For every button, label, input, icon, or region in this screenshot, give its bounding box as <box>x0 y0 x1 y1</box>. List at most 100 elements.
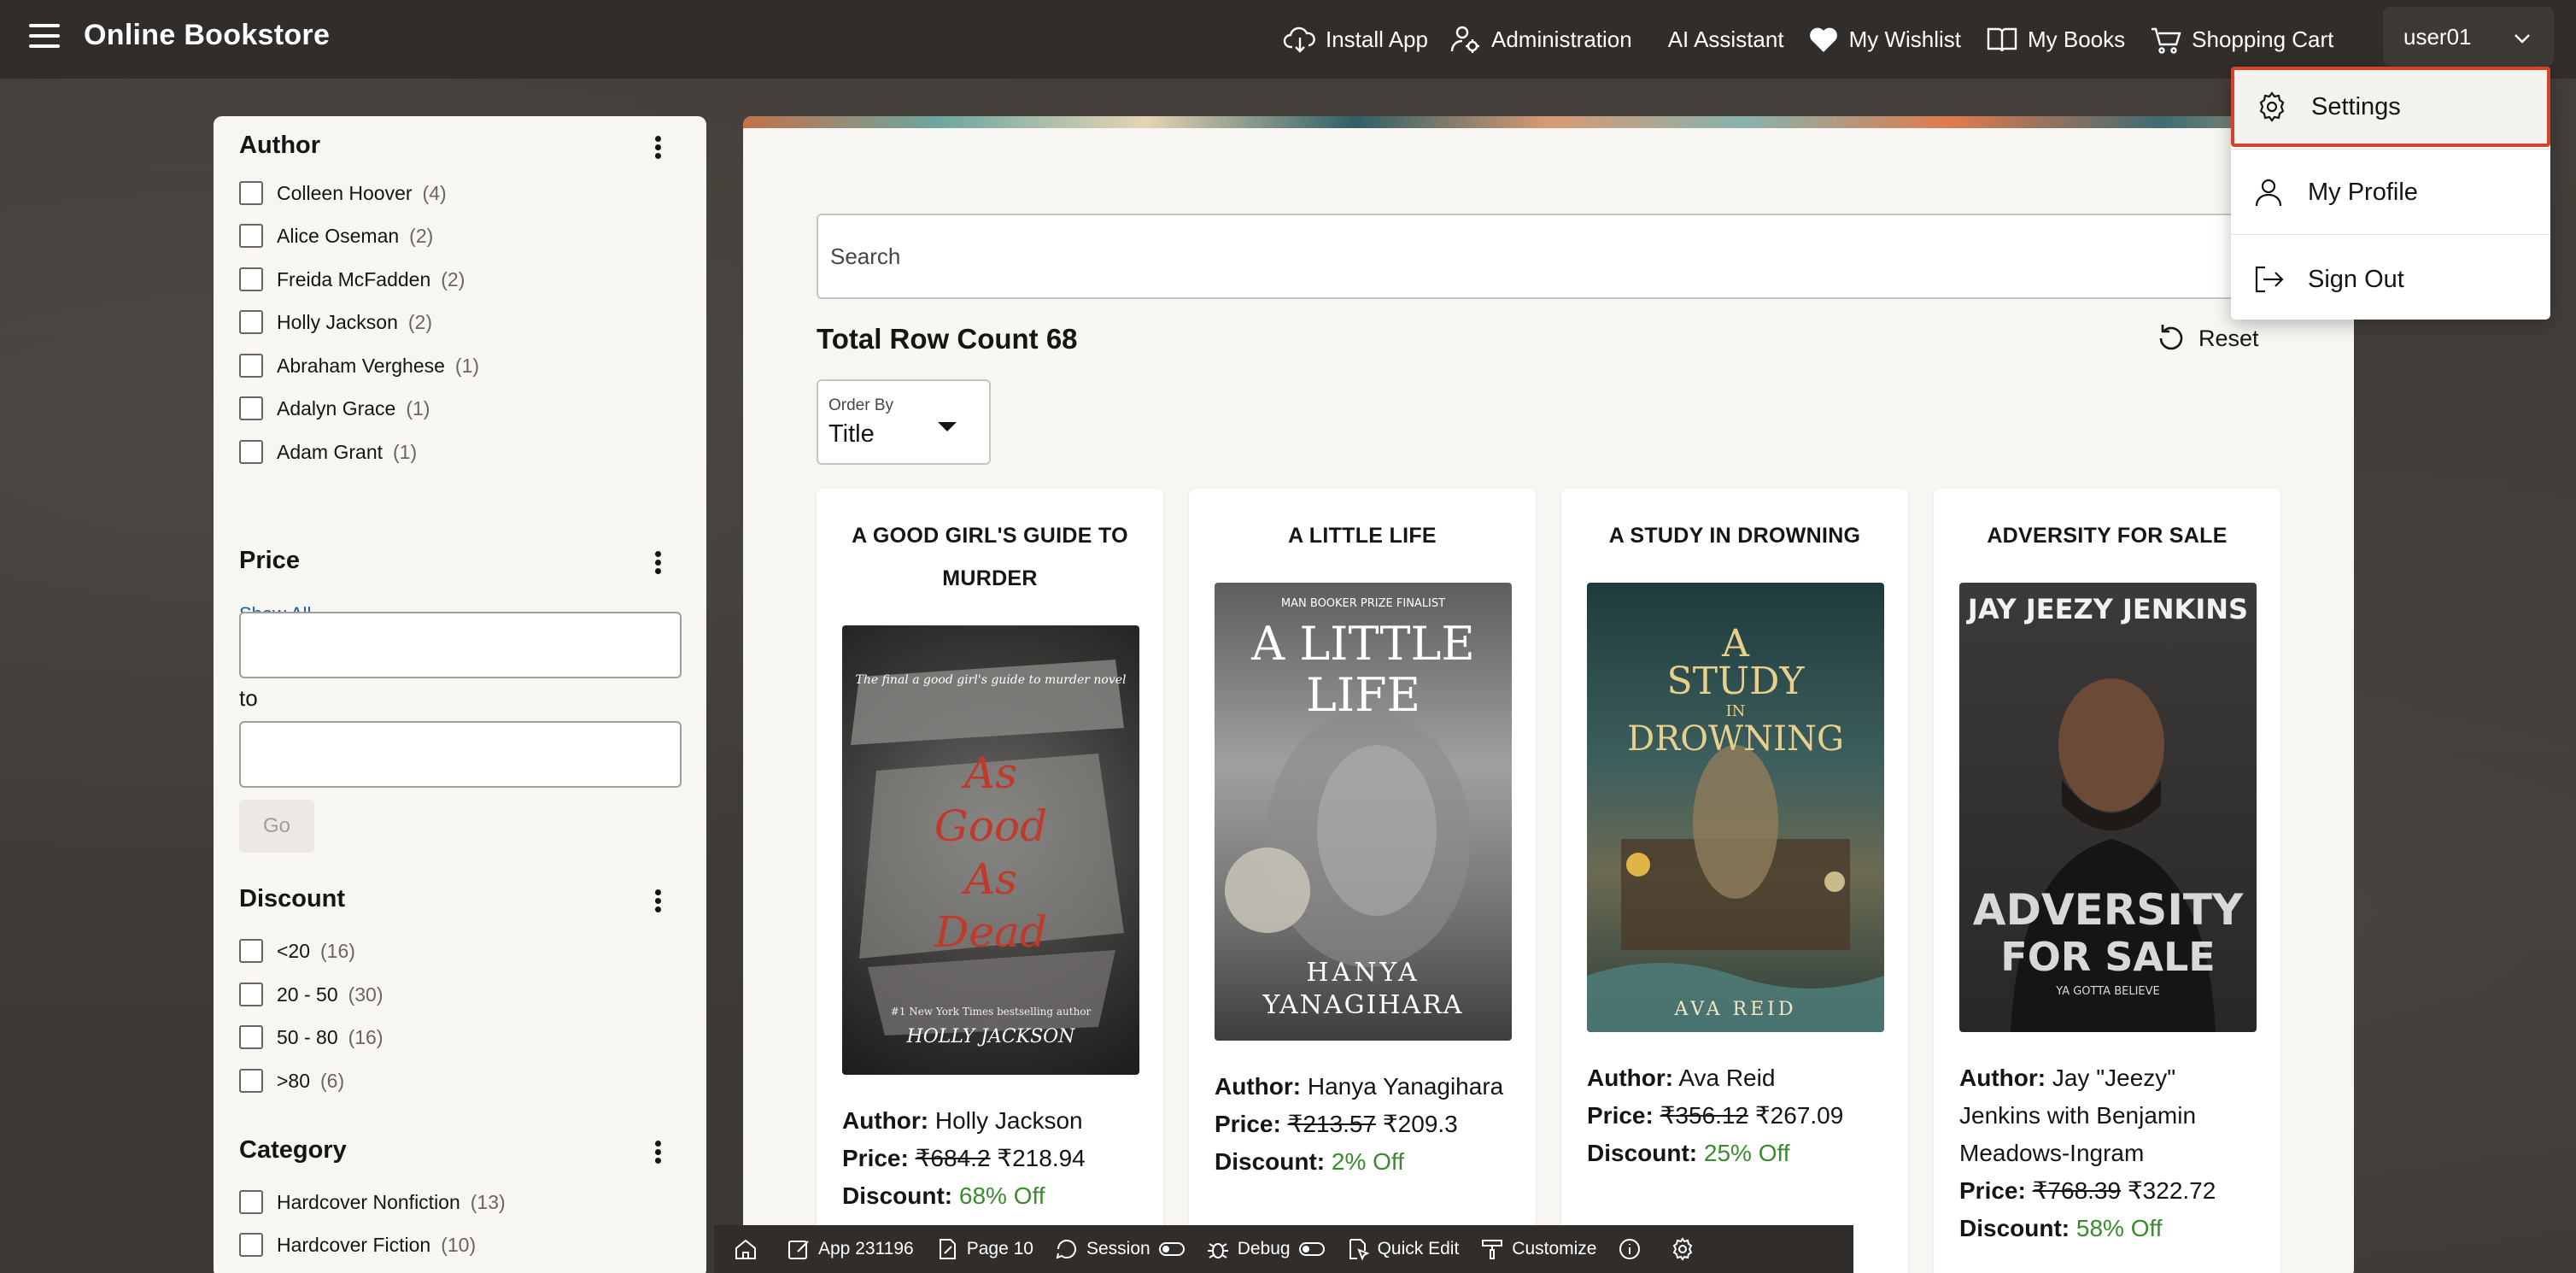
my-books-link[interactable]: My Books <box>1985 0 2125 79</box>
author-option[interactable]: Adam Grant (1) <box>239 440 417 464</box>
toolbar-settings-button[interactable] <box>1670 1236 1702 1262</box>
book-title[interactable]: A STUDY IN DROWNING <box>1578 514 1891 557</box>
debug-toggle[interactable] <box>1298 1242 1325 1256</box>
cover-top-text: MAN BOOKER PRIZE FINALIST <box>1281 597 1445 610</box>
discount-value: 2% Off <box>1331 1148 1404 1175</box>
book-cover-image[interactable]: MAN BOOKER PRIZE FINALIST A LITTLE LIFE … <box>1215 583 1512 1041</box>
checkbox[interactable] <box>239 1233 263 1257</box>
app-button[interactable]: App 231196 <box>786 1236 914 1262</box>
administration-link[interactable]: Administration <box>1449 0 1632 79</box>
menu-item-settings[interactable]: Settings <box>2231 67 2550 147</box>
category-facet-menu-icon[interactable] <box>651 1138 664 1169</box>
cover-top-text: The final a good girl's guide to murder … <box>856 673 1127 687</box>
book-price-row: Price: ₹356.12 ₹267.09 <box>1587 1097 1886 1135</box>
author-option[interactable]: Holly Jackson (2) <box>239 310 432 334</box>
discount-option[interactable]: 20 - 50 (30) <box>239 983 383 1006</box>
price-go-button[interactable]: Go <box>239 800 314 853</box>
author-option[interactable]: Abraham Verghese (1) <box>239 354 479 378</box>
book-author-row: Author: Holly Jackson <box>842 1102 1141 1140</box>
price-facet-menu-icon[interactable] <box>651 549 664 579</box>
book-title[interactable]: ADVERSITY FOR SALE <box>1951 514 2263 557</box>
customize-label: Customize <box>1512 1239 1597 1258</box>
original-price: ₹768.39 <box>2032 1177 2122 1204</box>
author-facet-menu-icon[interactable] <box>651 133 664 164</box>
cover-word: As <box>961 854 1017 904</box>
open-book-icon <box>1987 27 2017 52</box>
option-count: (2) <box>441 267 465 290</box>
option-label: >80 <box>277 1069 311 1092</box>
discount-facet-menu-icon[interactable] <box>651 887 664 918</box>
book-title[interactable]: A GOOD GIRL'S GUIDE TO MURDER <box>834 514 1146 600</box>
author-option[interactable]: Alice Oseman (2) <box>239 224 433 248</box>
book-card[interactable]: A STUDY IN DROWNING A STUDY IN DROWNING … <box>1561 489 1908 1273</box>
discount-value: 68% Off <box>958 1182 1045 1209</box>
hamburger-menu-icon[interactable] <box>29 24 60 50</box>
book-price-row: Price: ₹684.2 ₹218.94 <box>842 1140 1141 1177</box>
book-card[interactable]: A GOOD GIRL'S GUIDE TO MURDER The final … <box>817 489 1163 1273</box>
book-card[interactable]: ADVERSITY FOR SALE JAY JEEZY JENKINS ADV… <box>1934 489 2280 1273</box>
checkbox[interactable] <box>239 396 263 420</box>
checkbox[interactable] <box>239 939 263 963</box>
category-option[interactable]: Hardcover Nonfiction (13) <box>239 1190 506 1214</box>
reset-button[interactable]: Reset <box>2154 321 2259 355</box>
checkbox[interactable] <box>239 983 263 1006</box>
author-option[interactable]: Freida McFadden (2) <box>239 267 465 291</box>
menu-item-label: My Profile <box>2308 178 2418 206</box>
book-title[interactable]: A LITTLE LIFE <box>1206 514 1519 557</box>
menu-item-sign-out[interactable]: Sign Out <box>2231 239 2550 320</box>
checkbox[interactable] <box>239 181 263 205</box>
user-menu-button[interactable]: user01 <box>2383 7 2554 67</box>
book-details: Author: Ava Reid Price: ₹356.12 ₹267.09 … <box>1587 1059 1886 1172</box>
checkbox[interactable] <box>239 310 263 334</box>
search-input[interactable]: Search <box>817 214 2354 299</box>
ai-assistant-label: AI Assistant <box>1667 26 1784 52</box>
category-option[interactable]: Hardcover Fiction (10) <box>239 1233 476 1257</box>
info-button[interactable] <box>1617 1236 1649 1262</box>
heart-icon <box>1809 27 1837 52</box>
checkbox[interactable] <box>239 1190 263 1214</box>
menu-item-my-profile[interactable]: My Profile <box>2231 152 2550 232</box>
discount-option[interactable]: >80 (6) <box>239 1069 344 1093</box>
cover-top-text: JAY JEEZY JENKINS <box>1966 593 2248 625</box>
book-cover-image[interactable]: A STUDY IN DROWNING AVA REID <box>1587 583 1884 1032</box>
app-title[interactable]: Online Bookstore <box>84 19 330 52</box>
checkbox[interactable] <box>239 1025 263 1049</box>
price-min-input[interactable] <box>239 612 682 678</box>
price-label: Price: <box>842 1145 909 1171</box>
home-button[interactable] <box>733 1236 765 1262</box>
book-cover-image[interactable]: JAY JEEZY JENKINS ADVERSITY FOR SALE YA … <box>1959 583 2257 1032</box>
book-cover-image[interactable]: The final a good girl's guide to murder … <box>842 625 1139 1075</box>
discount-facet-title: Discount <box>239 885 346 912</box>
checkbox[interactable] <box>239 224 263 248</box>
customize-button[interactable]: Customize <box>1479 1236 1596 1262</box>
session-button[interactable]: Session <box>1054 1236 1185 1262</box>
book-discount-row: Discount: 25% Off <box>1587 1135 1886 1172</box>
nav-links: Install App Administration AI Assistant … <box>1283 0 2333 79</box>
discount-option[interactable]: <20 (16) <box>239 939 355 963</box>
book-card[interactable]: A LITTLE LIFE MAN BOOKER PRIZE FINALIST … <box>1189 489 1536 1273</box>
discount-option[interactable]: 50 - 80 (16) <box>239 1025 383 1049</box>
page-button[interactable]: Page 10 <box>934 1236 1033 1262</box>
quick-edit-icon <box>1349 1239 1370 1261</box>
administration-label: Administration <box>1490 26 1632 52</box>
order-by-select[interactable]: Order By Title <box>817 379 991 465</box>
ai-assistant-link[interactable]: AI Assistant <box>1668 0 1784 79</box>
my-wishlist-label: My Wishlist <box>1848 26 1961 52</box>
sale-price: ₹209.3 <box>1382 1111 1458 1137</box>
checkbox[interactable] <box>239 1069 263 1093</box>
checkbox[interactable] <box>239 440 263 464</box>
checkbox[interactable] <box>239 354 263 378</box>
author-option[interactable]: Adalyn Grace (1) <box>239 396 430 420</box>
session-toggle[interactable] <box>1158 1242 1185 1256</box>
cover-bottom-text: #1 New York Times bestselling author <box>891 1006 1092 1018</box>
top-navigation-bar: Online Bookstore Install App Administrat… <box>0 0 2576 79</box>
author-option[interactable]: Colleen Hoover (4) <box>239 181 447 205</box>
cover-subtitle: YA GOTTA BELIEVE <box>2055 985 2159 998</box>
option-count: (4) <box>422 181 447 204</box>
quick-edit-button[interactable]: Quick Edit <box>1345 1236 1459 1262</box>
debug-button[interactable]: Debug <box>1205 1236 1325 1262</box>
my-wishlist-link[interactable]: My Wishlist <box>1806 0 1961 79</box>
checkbox[interactable] <box>239 267 263 291</box>
install-app-link[interactable]: Install App <box>1283 0 1428 79</box>
price-max-input[interactable] <box>239 721 682 788</box>
